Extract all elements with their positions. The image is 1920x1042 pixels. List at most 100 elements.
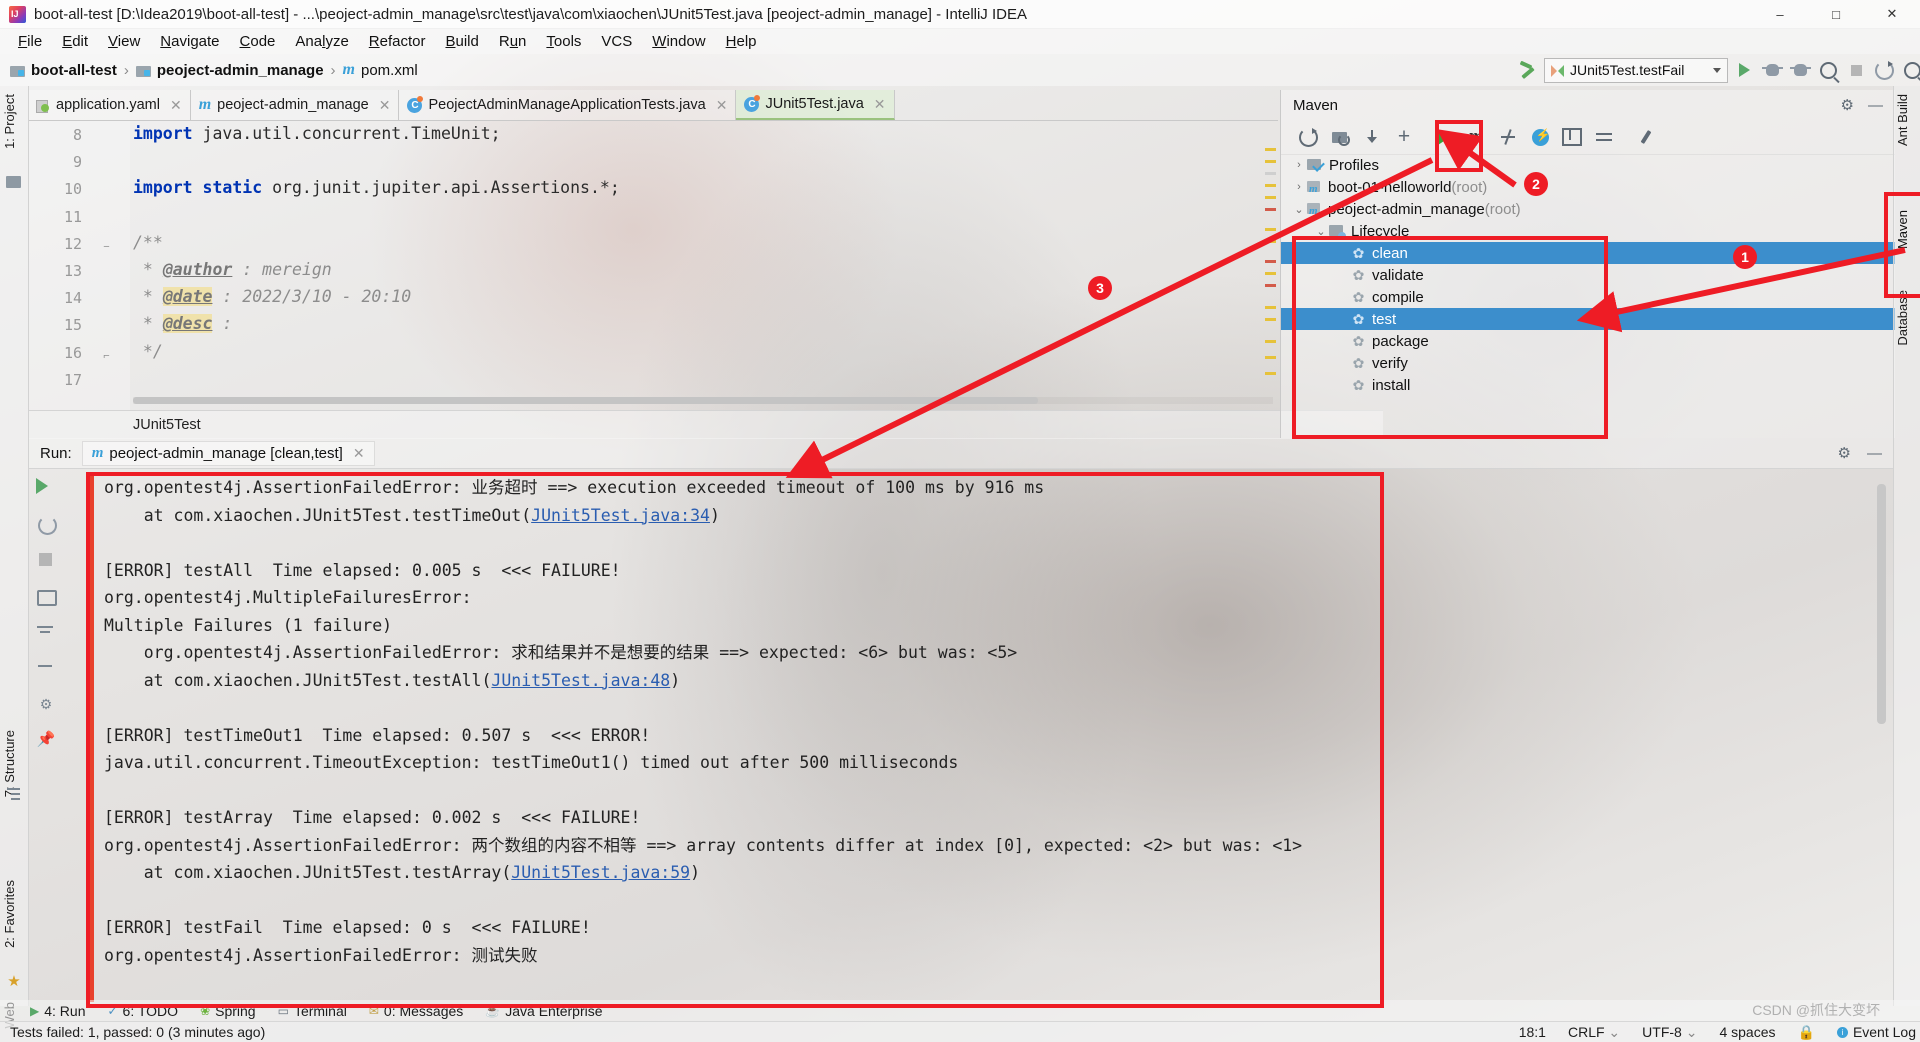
maven-tree-item-compile[interactable]: ✿ compile (1281, 286, 1895, 308)
breadcrumb-item-module[interactable]: peoject-admin_manage (135, 62, 324, 79)
chevron-right-icon[interactable]: › (1291, 181, 1307, 193)
collapse-all-icon[interactable] (1589, 124, 1619, 150)
sidebar-item-favorites[interactable]: 2: Favorites (2, 876, 26, 952)
editor-marker-stripe[interactable] (1265, 260, 1276, 263)
editor-tab-3[interactable]: C JUnit5Test.java ✕ (736, 90, 895, 120)
close-icon[interactable]: ✕ (716, 97, 728, 114)
filter-icon[interactable] (36, 622, 56, 642)
reload-all-maven-projects-icon[interactable] (1293, 124, 1323, 150)
search-everywhere-button[interactable] (1900, 59, 1920, 82)
close-button[interactable]: ✕ (1864, 0, 1920, 28)
maven-tree-item-lifecycle[interactable]: ⌄ Lifecycle (1281, 220, 1895, 242)
minimize-button[interactable]: – (1752, 0, 1808, 28)
maven-tree-item-verify[interactable]: ✿ verify (1281, 352, 1895, 374)
toggle-skip-tests-icon[interactable] (1493, 124, 1523, 150)
editor-marker-stripe[interactable] (1265, 196, 1276, 199)
show-dependencies-icon[interactable] (1557, 124, 1587, 150)
menu-item-help[interactable]: Help (716, 31, 767, 52)
console-vertical-scrollbar[interactable] (1877, 484, 1886, 724)
editor-marker-stripe[interactable] (1265, 208, 1276, 211)
maven-tree-item-boot-01-helloworld[interactable]: › boot-01-helloworld (root) (1281, 176, 1895, 198)
code-fold-icon[interactable]: − (101, 241, 112, 253)
bottom-tab-terminal[interactable]: ▭ Terminal (278, 1003, 347, 1019)
stacktrace-link[interactable]: JUnit5Test.java:34 (531, 506, 710, 525)
generate-sources-icon[interactable] (1325, 124, 1355, 150)
maven-tree-item-peoject-admin-manage[interactable]: ⌄ peoject-admin_manage (root) (1281, 198, 1895, 220)
build-project-button[interactable] (1516, 59, 1540, 82)
menu-item-navigate[interactable]: Navigate (150, 31, 229, 52)
run-settings-gear-icon[interactable]: ⚙ (1838, 444, 1851, 462)
menu-item-analyze[interactable]: Analyze (285, 31, 358, 52)
maven-tree-item-clean[interactable]: ✿ clean (1281, 242, 1895, 264)
profile-button[interactable] (1816, 59, 1840, 82)
indent-setting[interactable]: 4 spaces (1719, 1024, 1775, 1040)
editor-code-text[interactable]: import java.util.concurrent.TimeUnit; im… (133, 120, 1273, 410)
menu-item-vcs[interactable]: VCS (591, 31, 642, 52)
update-button[interactable] (1872, 59, 1896, 82)
event-log-button[interactable]: i Event Log (1836, 1024, 1916, 1040)
export-icon[interactable] (36, 658, 56, 678)
sidebar-item-database[interactable]: Database (1895, 286, 1919, 350)
stop-button[interactable] (1844, 59, 1868, 82)
bottom-tab-java-enterprise[interactable]: ☕ Java Enterprise (485, 1003, 602, 1019)
menu-item-view[interactable]: View (98, 31, 150, 52)
menu-item-edit[interactable]: Edit (52, 31, 98, 52)
code-editor[interactable]: 8 9 10 11 12 13 14 15 16 17 − ⌐ import java.util.co… (28, 120, 1278, 410)
line-separator[interactable]: CRLF ⌄ (1568, 1024, 1620, 1041)
breadcrumb-item-project[interactable]: boot-all-test (10, 62, 117, 79)
camera-icon[interactable] (36, 586, 57, 606)
menu-item-window[interactable]: Window (642, 31, 715, 52)
maven-project-tree[interactable]: › Profiles › boot-01-helloworld (root) ⌄ peoj… (1281, 154, 1895, 438)
maven-tree-item-package[interactable]: ✿ package (1281, 330, 1895, 352)
menu-item-refactor[interactable]: Refactor (359, 31, 436, 52)
run-session-tab[interactable]: m peoject-admin_manage [clean,test] ✕ (81, 440, 375, 466)
chevron-down-icon[interactable]: ⌄ (1313, 225, 1329, 238)
maven-settings-gear-icon[interactable]: ⚙ (1841, 96, 1854, 114)
add-maven-project-icon[interactable]: + (1389, 124, 1419, 150)
editor-marker-stripe[interactable] (1265, 272, 1276, 275)
menu-item-build[interactable]: Build (435, 31, 488, 52)
editor-tab-2[interactable]: C PeojectAdminManageApplicationTests.java… (399, 90, 737, 120)
editor-marker-stripe[interactable] (1265, 148, 1276, 151)
settings-icon[interactable]: ⚙ (36, 694, 56, 714)
maven-tree-item-profiles[interactable]: › Profiles (1281, 154, 1895, 176)
chevron-down-icon[interactable]: ⌄ (1291, 203, 1307, 216)
maven-settings-icon[interactable] (1631, 124, 1661, 150)
code-fold-icon[interactable]: ⌐ (101, 350, 112, 362)
sidebar-item-ant-build[interactable]: Ant Build (1895, 90, 1919, 150)
file-encoding[interactable]: UTF-8 ⌄ (1642, 1024, 1697, 1041)
stop-icon[interactable] (36, 550, 56, 570)
maven-tree-item-test[interactable]: ✿ test (1281, 308, 1895, 330)
editor-marker-stripe[interactable] (1265, 306, 1276, 309)
editor-marker-stripe[interactable] (1265, 160, 1276, 163)
maven-tree-item-install[interactable]: ✿ install (1281, 374, 1895, 396)
editor-tab-0[interactable]: application.yaml ✕ (28, 90, 191, 120)
close-icon[interactable]: ✕ (170, 97, 182, 114)
editor-marker-stripe[interactable] (1265, 240, 1276, 243)
editor-horizontal-scrollbar[interactable] (133, 397, 1273, 404)
caret-position[interactable]: 18:1 (1519, 1024, 1546, 1040)
run-with-coverage-button[interactable] (1788, 59, 1812, 82)
structure-icon[interactable] (6, 786, 22, 802)
editor-marker-stripe[interactable] (1265, 284, 1276, 287)
menu-item-run[interactable]: Run (489, 31, 537, 52)
execute-maven-goal-icon[interactable]: m (1461, 124, 1491, 150)
lock-icon[interactable]: 🔒 (1798, 1024, 1815, 1041)
editor-marker-stripe[interactable] (1265, 184, 1276, 187)
chevron-right-icon[interactable]: › (1291, 159, 1307, 171)
download-sources-icon[interactable] (1357, 124, 1387, 150)
breadcrumb-item-file[interactable]: m pom.xml (343, 61, 418, 79)
run-maven-build-icon[interactable] (1429, 124, 1459, 150)
run-console-output[interactable]: org.opentest4j.AssertionFailedError: 业务超… (104, 468, 1844, 1012)
bottom-tab-6-todo[interactable]: ✓ 6: TODO (107, 1003, 178, 1019)
rerun-failed-tests-icon[interactable] (36, 514, 57, 535)
editor-marker-bar[interactable] (1264, 120, 1278, 410)
project-folder-icon[interactable] (6, 174, 22, 190)
editor-marker-stripe[interactable] (1265, 172, 1276, 175)
debug-button[interactable] (1760, 59, 1784, 82)
menu-item-tools[interactable]: Tools (536, 31, 591, 52)
star-icon[interactable]: ★ (6, 974, 22, 990)
maximize-button[interactable]: □ (1808, 0, 1864, 28)
editor-marker-stripe[interactable] (1265, 356, 1276, 359)
close-icon[interactable]: ✕ (353, 445, 365, 462)
